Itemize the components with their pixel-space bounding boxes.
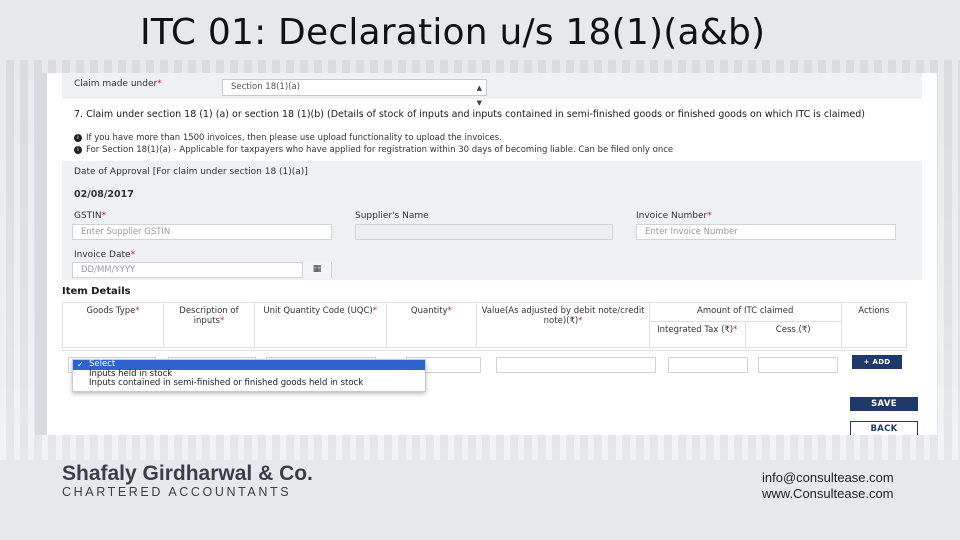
claim-section: Claim made under* Section 18(1)(a) ▲ ▼ [62, 73, 922, 107]
slide-title: ITC 01: Declaration u/s 18(1)(a&b) [140, 12, 766, 53]
col-goods-type: Goods Type* [61, 302, 165, 348]
contact-website: www.Consultease.com [762, 486, 894, 501]
section-heading: 7. Claim under section 18 (1) (a) or sec… [74, 109, 865, 120]
claim-label: Claim made under* [74, 79, 162, 89]
info-line-2: i For Section 18(1)(a) - Applicable for t… [74, 145, 914, 155]
value-input[interactable] [496, 357, 656, 373]
col-value: Value(As adjusted by debit note/credit n… [476, 302, 650, 348]
col-actions: Actions [840, 302, 908, 348]
invoice-date-label: Invoice Date* [74, 250, 136, 260]
gstin-input[interactable]: Enter Supplier GSTIN [72, 224, 332, 240]
integrated-tax-input[interactable] [668, 357, 748, 373]
claim-select[interactable]: Section 18(1)(a) ▲ ▼ [222, 79, 487, 107]
supplier-name-input [355, 224, 613, 240]
add-button[interactable]: + ADD [852, 355, 902, 369]
approval-date: 02/08/2017 [74, 189, 134, 200]
calendar-icon[interactable]: ▦ [302, 262, 331, 278]
col-quantity: Quantity* [385, 302, 478, 348]
goods-type-dropdown: ✓ Select Inputs held in stock Inputs cont… [72, 359, 426, 392]
approval-label: Date of Approval [For claim under sectio… [74, 167, 308, 177]
check-icon: ✓ [77, 360, 84, 369]
invoice-block: Date of Approval [For claim under sectio… [62, 161, 922, 244]
cess-input[interactable] [758, 357, 838, 373]
invoice-number-label: Invoice Number* [636, 211, 712, 221]
info-line-1: i If you have more than 1500 invoices, th… [74, 133, 914, 143]
firm-subtitle: CHARTERED ACCOUNTANTS [62, 485, 292, 499]
col-amount-itc: Amount of ITC claimed [648, 302, 842, 322]
invoice-number-input[interactable]: Enter Invoice Number [636, 224, 896, 240]
invoice-date-input[interactable]: DD/MM/YYYY ▦ [72, 262, 332, 278]
item-table: Goods Type* Description of inputs* Unit … [61, 302, 908, 348]
col-cess: Cess (₹) [744, 321, 842, 348]
chevron-updown-icon: ▲ ▼ [476, 84, 482, 107]
col-integrated-tax: Integrated Tax (₹)* [648, 321, 746, 348]
supplier-name-label: Supplier's Name [355, 211, 429, 221]
info-icon: i [74, 133, 82, 142]
item-details-title: Item Details [62, 286, 131, 297]
invoice-date-block: Invoice Date* DD/MM/YYYY ▦ [62, 244, 922, 280]
col-uqc: Unit Quantity Code (UQC)* [253, 302, 387, 348]
col-description: Description of inputs* [163, 302, 255, 348]
back-button[interactable]: BACK [850, 421, 918, 435]
contact-email: info@consultease.com [762, 470, 894, 485]
gst-portal-screenshot: Claim made under* Section 18(1)(a) ▲ ▼ 7.… [35, 73, 937, 435]
firm-name: Shafaly Girdharwal & Co. [62, 462, 313, 485]
info-icon: i [74, 145, 82, 154]
save-button[interactable]: SAVE [850, 397, 918, 411]
dropdown-option-inputs-contained[interactable]: Inputs contained in semi-finished or fin… [73, 378, 425, 389]
gstin-label: GSTIN* [74, 211, 107, 221]
